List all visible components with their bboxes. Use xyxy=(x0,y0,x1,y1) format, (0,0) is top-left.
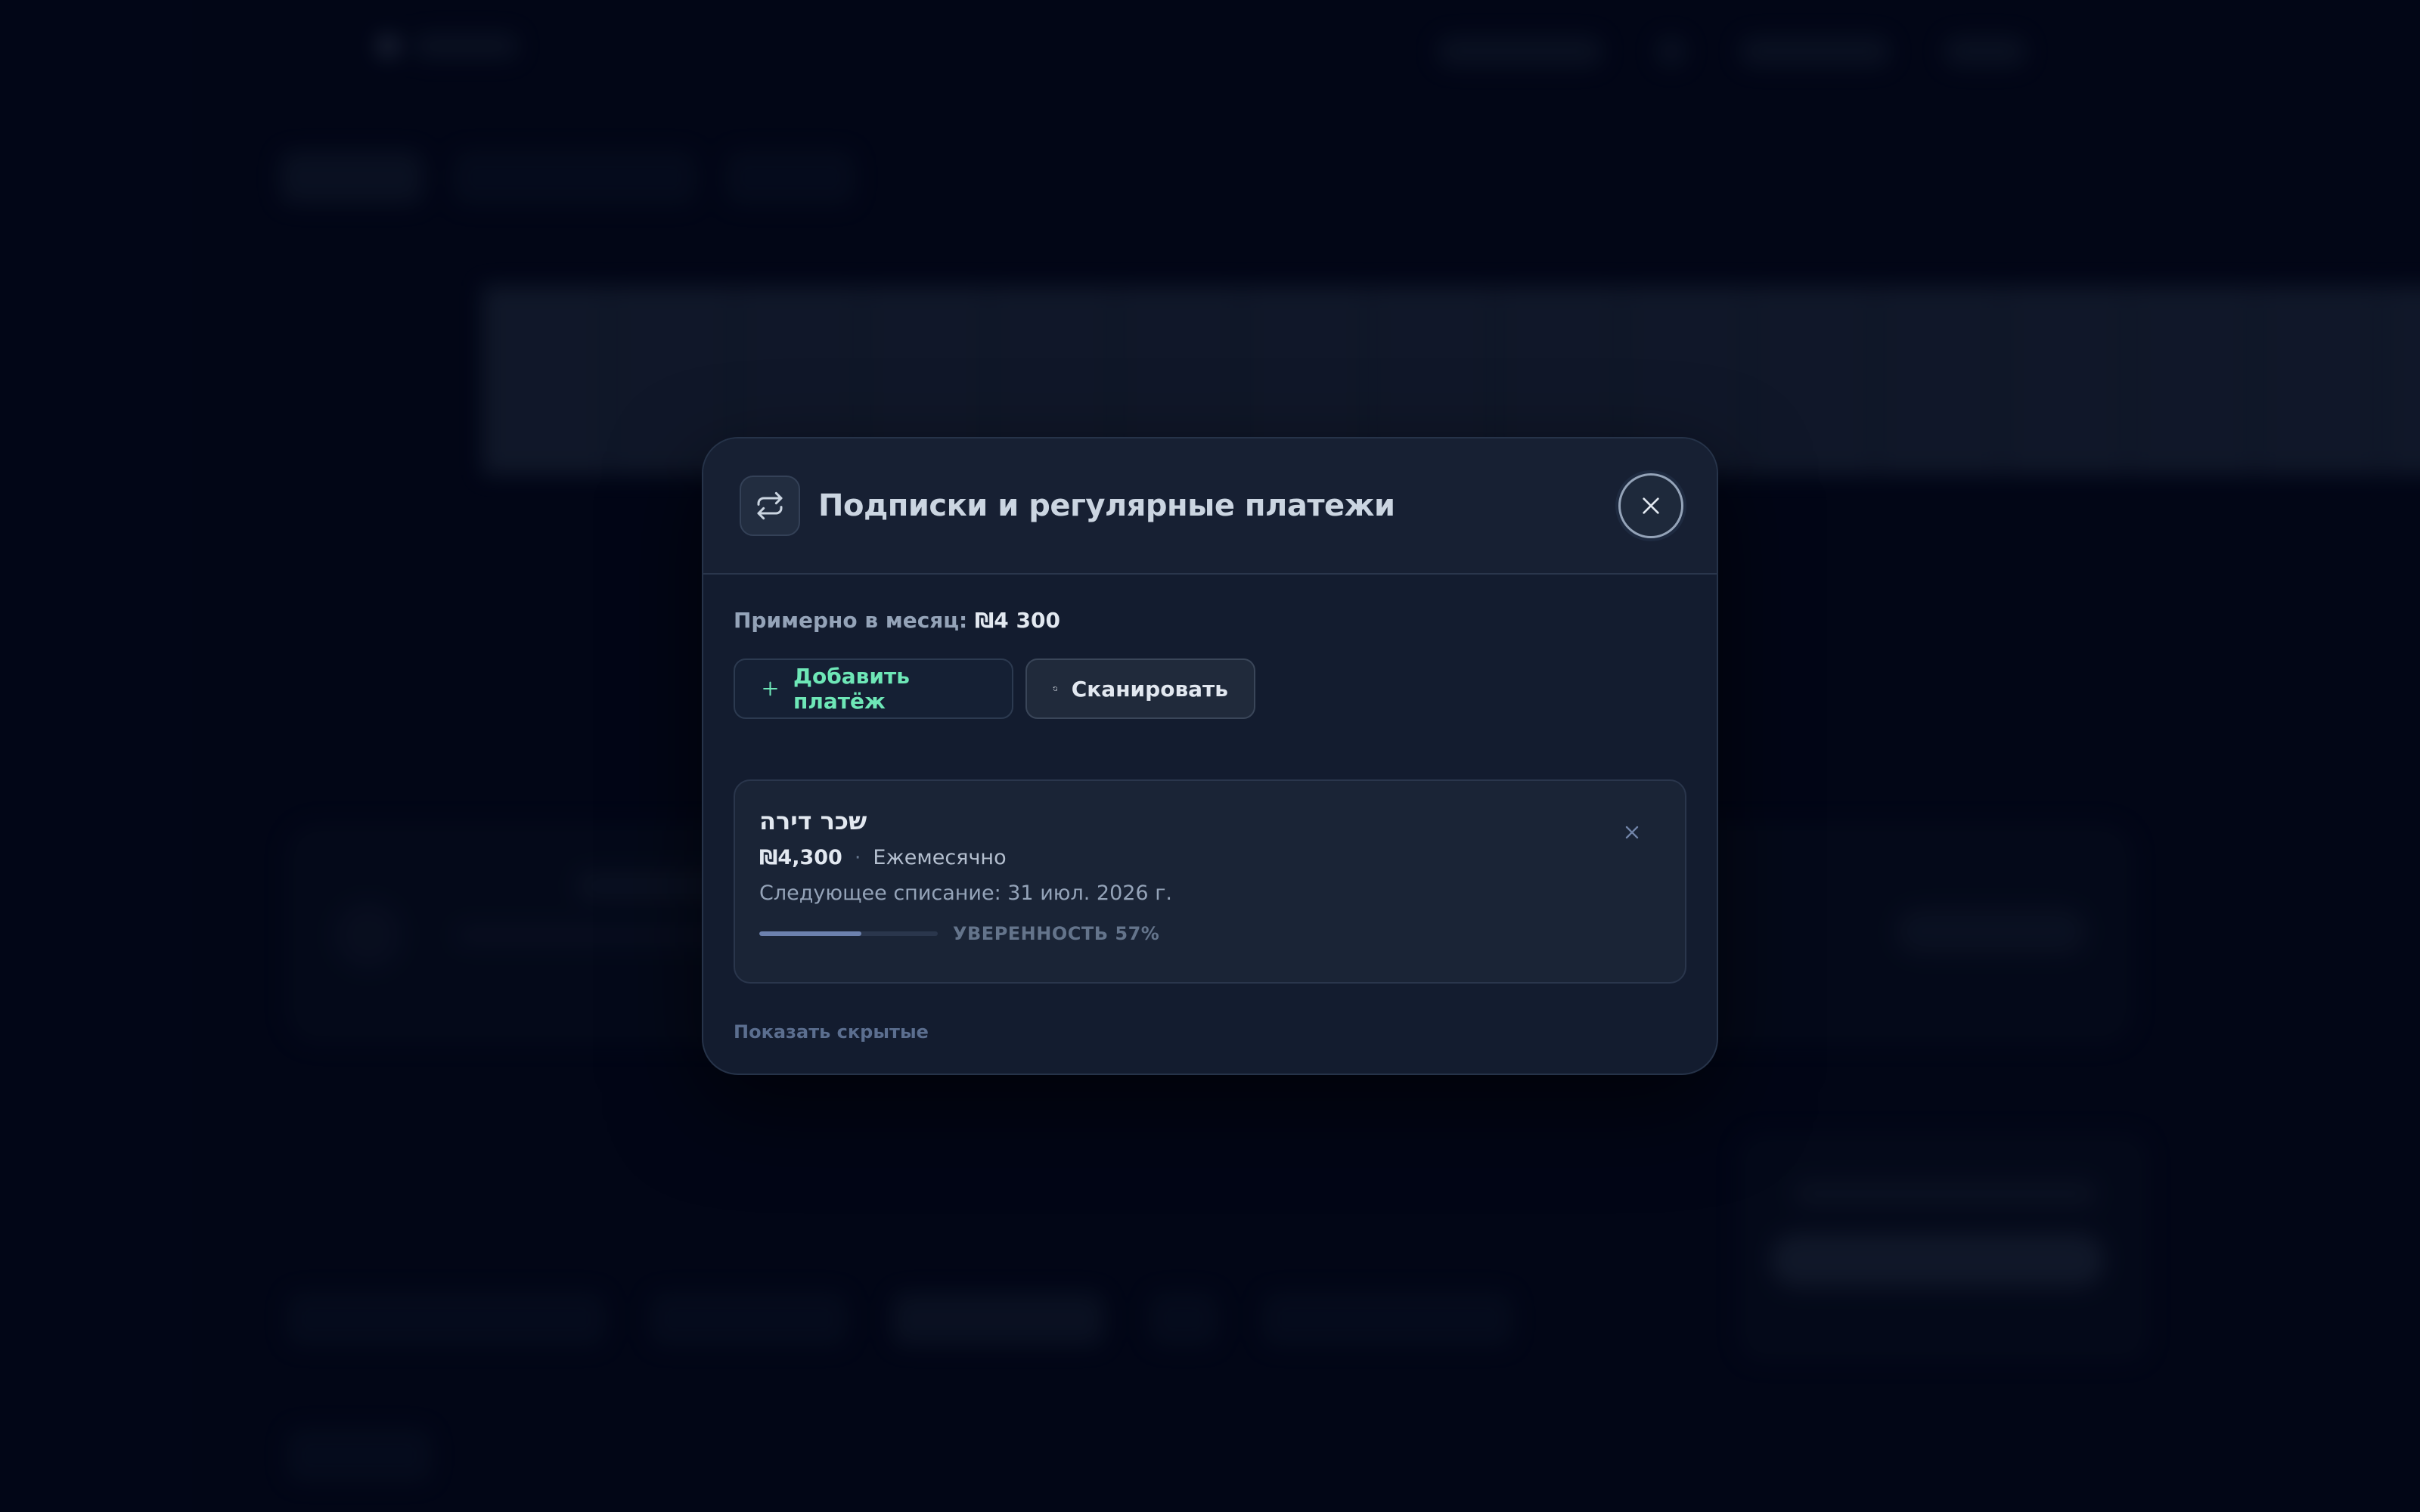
meta-separator: · xyxy=(854,846,861,869)
modal-header: Подписки и регулярные платежи xyxy=(703,438,1717,575)
modal-actions: Добавить платёж Сканировать xyxy=(734,658,1686,719)
confidence-label: УВЕРЕННОСТЬ 57% xyxy=(953,923,1160,944)
subscriptions-modal: Подписки и регулярные платежи Примерно в… xyxy=(702,437,1718,1075)
refresh-icon xyxy=(1053,686,1057,691)
screen: ████████████████ Подписки и регулярные п… xyxy=(0,0,2420,1512)
add-payment-button[interactable]: Добавить платёж xyxy=(734,658,1013,719)
scan-button[interactable]: Сканировать xyxy=(1025,658,1255,719)
confidence-bar xyxy=(759,931,938,936)
monthly-summary: Примерно в месяц: ₪4 300 xyxy=(734,608,1686,633)
payment-title: שכר דירה xyxy=(759,807,867,835)
payment-price: ₪4,300 xyxy=(759,846,842,869)
close-icon xyxy=(1625,826,1639,839)
close-button[interactable] xyxy=(1618,473,1683,538)
close-icon xyxy=(1643,497,1659,514)
confidence-bar-fill xyxy=(759,931,861,936)
summary-label: Примерно в месяц: xyxy=(734,608,968,633)
modal-title: Подписки и регулярные платежи xyxy=(818,488,1395,523)
payment-frequency: Ежемесячно xyxy=(873,846,1007,869)
payment-meta: ₪4,300 · Ежемесячно xyxy=(759,846,1661,869)
repeat-icon xyxy=(740,476,800,536)
scan-label: Сканировать xyxy=(1071,676,1228,702)
modal-body: Примерно в месяц: ₪4 300 Добавить платёж xyxy=(703,575,1717,1043)
show-hidden-link[interactable]: Показать скрытые xyxy=(734,1021,929,1043)
plus-icon xyxy=(763,681,777,696)
summary-amount: ₪4 300 xyxy=(974,608,1060,633)
add-payment-label: Добавить платёж xyxy=(793,664,910,714)
remove-payment-button[interactable] xyxy=(1617,817,1647,847)
list-item: שכר דירה ₪4,300 · Ежемесячно Следующее с… xyxy=(734,779,1686,984)
next-charge-date: Следующее списание: 31 июл. 2026 г. xyxy=(759,881,1172,905)
confidence-row: УВЕРЕННОСТЬ 57% xyxy=(759,923,1661,944)
